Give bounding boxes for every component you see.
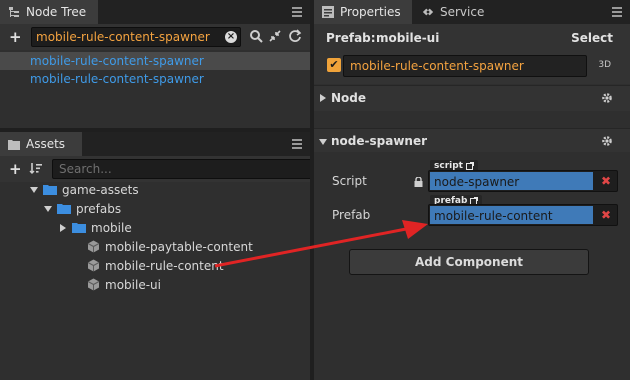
asset-file[interactable]: mobile-rule-content bbox=[87, 256, 224, 275]
tab-assets-label: Assets bbox=[26, 137, 66, 151]
tab-properties-label: Properties bbox=[340, 5, 401, 19]
properties-icon bbox=[322, 6, 334, 18]
remove-script-icon[interactable]: ✖ bbox=[601, 174, 611, 188]
node-tree-tabbar: Node Tree bbox=[0, 0, 310, 24]
node-name-input[interactable]: mobile-rule-content-spawner bbox=[343, 55, 587, 77]
service-icon bbox=[422, 6, 434, 18]
node-section-header[interactable]: Node bbox=[314, 85, 630, 111]
node-tree-panel: Node Tree + mobile-rule-content-spawner … bbox=[0, 0, 310, 128]
3d-toggle[interactable]: 3D bbox=[598, 60, 611, 70]
asset-file[interactable]: mobile-paytable-content bbox=[87, 237, 253, 256]
gear-icon[interactable] bbox=[601, 135, 613, 147]
lock-icon bbox=[414, 177, 423, 187]
folder-icon bbox=[72, 222, 86, 233]
chevron-down-icon[interactable] bbox=[44, 205, 52, 213]
node-tree-menu-icon[interactable] bbox=[292, 7, 302, 17]
prefab-info-row: Prefab: mobile-ui Select bbox=[314, 24, 630, 52]
tab-service[interactable]: Service bbox=[414, 0, 504, 24]
asset-folder-mobile[interactable]: mobile bbox=[59, 218, 132, 237]
node-active-checkbox[interactable]: ✔ bbox=[327, 58, 341, 72]
assets-menu-icon[interactable] bbox=[292, 139, 302, 149]
tab-properties[interactable]: Properties bbox=[314, 0, 412, 24]
assets-panel: Assets + Search... game-assets prefabs m… bbox=[0, 132, 310, 380]
tab-service-label: Service bbox=[440, 5, 485, 19]
asset-label: mobile-rule-content bbox=[105, 258, 224, 273]
node-search-input[interactable]: mobile-rule-content-spawner × bbox=[31, 27, 241, 47]
properties-tabbar: Properties Service bbox=[314, 0, 630, 24]
component-section-title: node-spawner bbox=[331, 134, 428, 148]
prefab-cube-icon bbox=[87, 278, 100, 291]
chevron-down-icon[interactable] bbox=[30, 186, 38, 194]
prefab-value: mobile-ui bbox=[376, 31, 440, 45]
folder-icon bbox=[43, 184, 57, 195]
select-prefab-button[interactable]: Select bbox=[571, 31, 613, 45]
script-field[interactable]: node-spawner ✖ bbox=[428, 170, 618, 192]
prefab-prop-label: Prefab bbox=[332, 208, 371, 222]
asset-label: prefabs bbox=[76, 201, 122, 216]
add-node-icon[interactable]: + bbox=[9, 29, 22, 45]
prefab-prop-value: mobile-rule-content bbox=[430, 206, 593, 224]
node-tree-item[interactable]: mobile-rule-content-spawner bbox=[0, 70, 204, 88]
chevron-right-icon[interactable] bbox=[320, 94, 326, 102]
refresh-icon[interactable] bbox=[288, 29, 302, 43]
chevron-down-icon[interactable] bbox=[319, 139, 327, 145]
asset-label: mobile bbox=[91, 220, 132, 235]
prefab-cube-icon bbox=[87, 259, 100, 272]
prefab-field[interactable]: mobile-rule-content ✖ bbox=[428, 204, 618, 226]
node-search-value: mobile-rule-content-spawner bbox=[36, 30, 210, 44]
asset-label: mobile-ui bbox=[105, 277, 161, 292]
node-section-title: Node bbox=[331, 91, 367, 105]
assets-folder-icon bbox=[8, 138, 20, 150]
asset-search-input[interactable]: Search... bbox=[52, 159, 310, 179]
collapse-icon[interactable] bbox=[268, 29, 282, 43]
remove-prefab-icon[interactable]: ✖ bbox=[601, 208, 611, 222]
node-name-row: ✔ mobile-rule-content-spawner 3D bbox=[314, 52, 630, 84]
node-tree-icon bbox=[8, 6, 20, 18]
asset-label: mobile-paytable-content bbox=[105, 239, 253, 254]
asset-label: game-assets bbox=[62, 182, 139, 197]
chevron-right-icon[interactable] bbox=[59, 223, 67, 232]
asset-folder-prefabs[interactable]: prefabs bbox=[44, 199, 121, 218]
add-asset-icon[interactable]: + bbox=[9, 161, 22, 177]
properties-menu-icon[interactable] bbox=[612, 7, 622, 17]
prefab-cube-icon bbox=[87, 240, 100, 253]
add-component-button[interactable]: Add Component bbox=[349, 249, 589, 275]
prefab-label: Prefab: bbox=[326, 31, 376, 45]
clear-search-icon[interactable]: × bbox=[225, 31, 237, 43]
assets-tabbar: Assets bbox=[0, 132, 310, 156]
component-section-header[interactable]: node-spawner bbox=[314, 128, 630, 154]
tab-assets[interactable]: Assets bbox=[0, 132, 82, 156]
tab-node-tree-label: Node Tree bbox=[26, 5, 87, 19]
gear-icon[interactable] bbox=[601, 92, 613, 104]
folder-icon bbox=[57, 203, 71, 214]
script-value: node-spawner bbox=[430, 172, 593, 190]
node-tree-toolbar: + mobile-rule-content-spawner × bbox=[0, 24, 310, 50]
properties-panel: Properties Service Prefab: mobile-ui Sel… bbox=[314, 0, 630, 380]
script-label: Script bbox=[332, 174, 367, 188]
asset-file[interactable]: mobile-ui bbox=[87, 275, 161, 294]
node-tree-item[interactable]: mobile-rule-content-spawner bbox=[0, 52, 310, 70]
search-icon[interactable] bbox=[249, 29, 263, 43]
sort-icon[interactable] bbox=[29, 161, 43, 175]
tab-node-tree[interactable]: Node Tree bbox=[0, 0, 98, 24]
assets-toolbar: + Search... bbox=[0, 156, 310, 182]
asset-folder-game-assets[interactable]: game-assets bbox=[30, 180, 139, 199]
external-link-icon bbox=[465, 162, 474, 170]
